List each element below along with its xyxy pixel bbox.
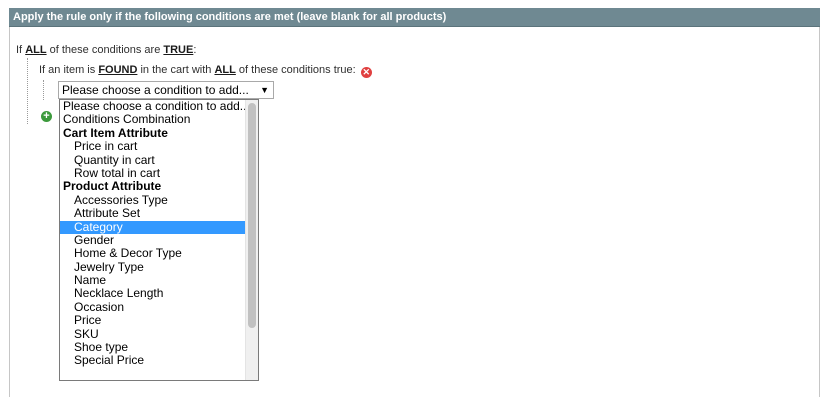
option-price[interactable]: Price [60,313,246,327]
option-sku[interactable]: SKU [60,327,246,341]
condition-found-prefix: If an item is [39,64,96,76]
condition-root: If ALL of these conditions are TRUE: [16,44,196,57]
remove-condition-icon[interactable]: ✕ [360,67,372,78]
conditions-header-title: Apply the rule only if the following con… [13,11,447,23]
scrollbar-thumb[interactable] [248,103,256,328]
condition-root-middle: of these conditions are [49,44,161,56]
condition-root-aggregator[interactable]: ALL [25,44,46,56]
option-group-cart-item-attribute: Cart Item Attribute [63,125,168,140]
option-conditions-combination[interactable]: Conditions Combination [60,112,246,126]
condition-found: If an item is FOUND in the cart with ALL… [39,64,372,78]
condition-found-value[interactable]: FOUND [98,64,137,76]
option-home-decor-type[interactable]: Home & Decor Type [60,246,246,260]
option-group-product-attribute: Product Attribute [63,179,162,194]
condition-root-prefix: If [16,44,23,56]
option-please-choose-a-condition-to-add[interactable]: Please choose a condition to add... [60,100,250,113]
option-special-price[interactable]: Special Price [60,354,246,368]
option-price-in-cart[interactable]: Price in cart [60,139,246,153]
tree-connector [27,58,28,124]
option-gender[interactable]: Gender [60,233,246,247]
condition-found-suffix: of these conditions true: [238,64,356,76]
chevron-down-icon: ▼ [260,85,269,95]
tree-connector-nested [43,80,44,100]
conditions-header: Apply the rule only if the following con… [9,8,820,27]
option-category[interactable]: Category [60,220,246,234]
condition-root-value[interactable]: TRUE [163,44,193,56]
condition-root-suffix: : [193,44,197,56]
condition-found-aggregator[interactable]: ALL [214,64,235,76]
option-jewelry-type[interactable]: Jewelry Type [60,260,246,274]
condition-select-value: Please choose a condition to add... [62,83,249,97]
condition-options: Please choose a condition to add... Condi… [60,100,250,368]
dropdown-scrollbar[interactable] [245,100,258,380]
add-condition-icon[interactable]: + [41,111,52,122]
option-name[interactable]: Name [60,273,246,287]
option-attribute-set[interactable]: Attribute Set [60,206,246,220]
option-necklace-length[interactable]: Necklace Length [60,287,246,301]
option-accessories-type[interactable]: Accessories Type [60,193,246,207]
option-shoe-type[interactable]: Shoe type [60,340,246,354]
option-row-total-in-cart[interactable]: Row total in cart [60,166,246,180]
condition-select[interactable]: Please choose a condition to add... ▼ [58,81,274,99]
option-occasion[interactable]: Occasion [60,300,246,314]
condition-dropdown-list: Please choose a condition to add... Condi… [59,99,259,381]
condition-found-middle: in the cart with [140,64,212,76]
option-quantity-in-cart[interactable]: Quantity in cart [60,153,246,167]
